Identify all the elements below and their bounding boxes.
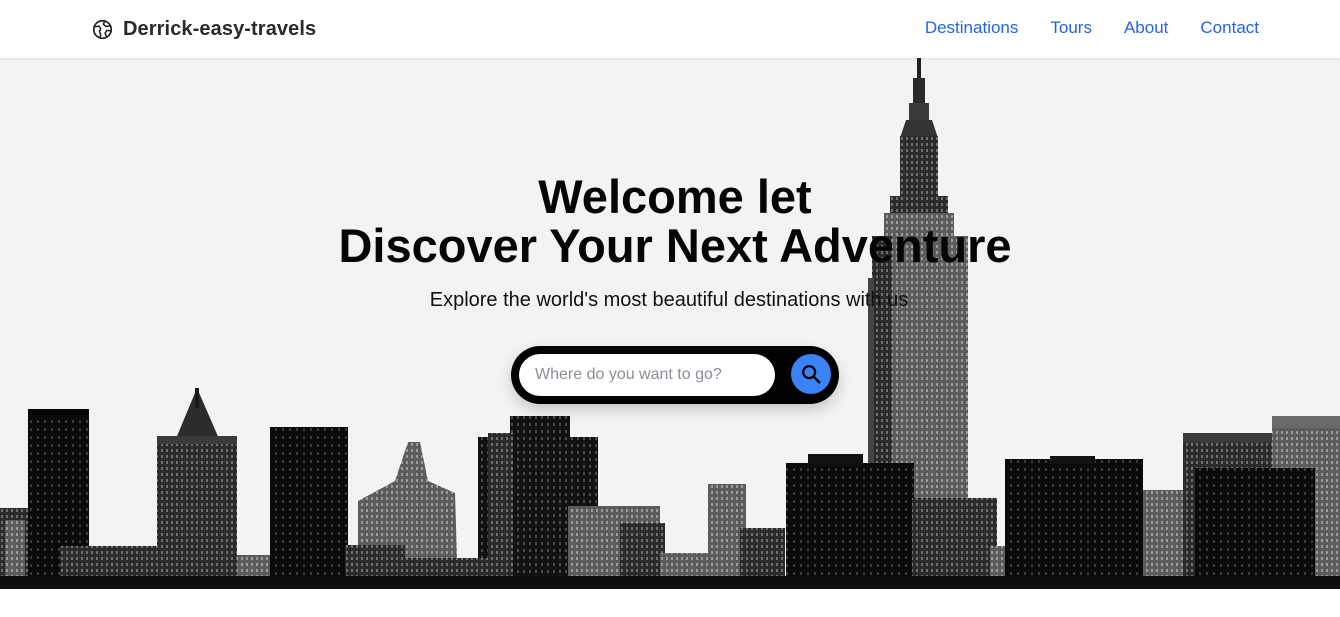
- nav-link-contact[interactable]: Contact: [1200, 18, 1259, 38]
- hero-title-line-1: Welcome let: [538, 170, 812, 223]
- main-nav: Destinations Tours About Contact: [925, 18, 1259, 38]
- hero-content: Welcome let Discover Your Next Adventure…: [0, 58, 1340, 589]
- hero-section: Welcome let Discover Your Next Adventure…: [0, 58, 1340, 589]
- search-icon: [802, 365, 821, 384]
- hero-subtitle: Explore the world's most beautiful desti…: [429, 289, 909, 311]
- destination-search-bar: [511, 346, 839, 404]
- brand-logo-link[interactable]: Derrick-easy-travels: [92, 17, 316, 41]
- nav-link-about[interactable]: About: [1124, 18, 1168, 38]
- destination-search-input[interactable]: [519, 354, 775, 396]
- globe-icon: [92, 19, 113, 39]
- hero-title-line-2: Discover Your Next Adventure: [338, 219, 1012, 272]
- nav-link-destinations[interactable]: Destinations: [925, 18, 1019, 38]
- hero-title: Welcome let Discover Your Next Adventure: [0, 172, 1340, 270]
- brand-name: Derrick-easy-travels: [123, 17, 317, 40]
- nav-link-tours[interactable]: Tours: [1050, 18, 1092, 38]
- search-button[interactable]: [791, 354, 831, 394]
- site-header: Derrick-easy-travels Destinations Tours …: [0, 0, 1340, 58]
- page: Derrick-easy-travels Destinations Tours …: [0, 0, 1340, 617]
